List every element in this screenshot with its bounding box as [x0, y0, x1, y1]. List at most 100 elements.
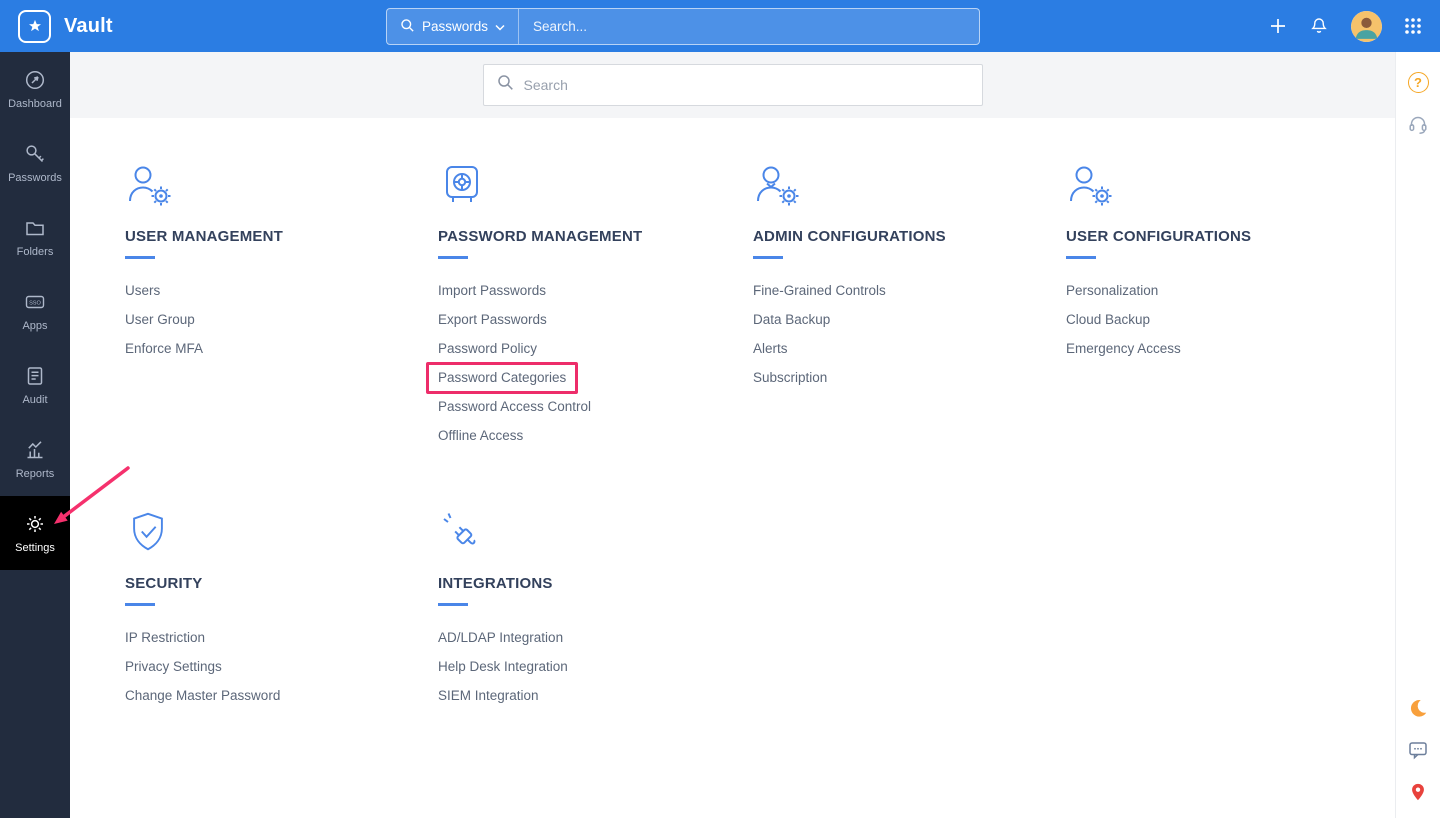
sidebar-item-label: Folders [16, 245, 54, 258]
section-title: ADMIN CONFIGURATIONS [753, 228, 946, 245]
sidebar-item-reports[interactable]: Reports [0, 422, 70, 496]
admin-configurations-icon [753, 158, 1066, 208]
sidebar-item-dashboard[interactable]: Dashboard [0, 52, 70, 126]
search-scope-label: Passwords [422, 19, 489, 34]
sidebar-item-label: Settings [15, 541, 55, 554]
integration-plug-icon [438, 505, 753, 555]
link-privacy-settings[interactable]: Privacy Settings [125, 659, 222, 675]
link-change-master-password[interactable]: Change Master Password [125, 688, 280, 704]
section-title: SECURITY [125, 575, 203, 592]
sidebar-item-settings[interactable]: Settings [0, 496, 70, 570]
sidebar-item-label: Apps [22, 319, 48, 332]
section-password-management: PASSWORD MANAGEMENT Import Passwords Exp… [426, 158, 753, 457]
link-fine-grained-controls[interactable]: Fine-Grained Controls [753, 283, 886, 299]
help-icon[interactable]: ? [1406, 70, 1430, 94]
link-emergency-access[interactable]: Emergency Access [1066, 341, 1181, 357]
search-scope-select[interactable]: Passwords [387, 9, 520, 44]
notifications-bell-icon[interactable] [1309, 16, 1329, 36]
link-data-backup[interactable]: Data Backup [753, 312, 830, 328]
topbar: Vault Passwords [0, 0, 1440, 52]
section-accent-bar [125, 603, 155, 606]
section-links: Users User Group Enforce MFA [125, 283, 438, 357]
link-user-group[interactable]: User Group [125, 312, 195, 328]
link-alerts[interactable]: Alerts [753, 341, 788, 357]
section-admin-configurations: ADMIN CONFIGURATIONS Fine-Grained Contro… [753, 158, 1066, 457]
section-integrations: INTEGRATIONS AD/LDAP Integration Help De… [438, 505, 753, 717]
sidebar-item-apps[interactable]: SSO Apps [0, 274, 70, 348]
topbar-actions [1269, 10, 1422, 42]
user-avatar[interactable] [1351, 10, 1382, 42]
section-user-management: USER MANAGEMENT Users User Group Enforce… [125, 158, 438, 457]
link-ad-ldap-integration[interactable]: AD/LDAP Integration [438, 630, 563, 646]
folder-icon [24, 217, 46, 239]
feedback-chat-icon[interactable] [1406, 738, 1430, 762]
section-accent-bar [125, 256, 155, 259]
sidebar-item-folders[interactable]: Folders [0, 200, 70, 274]
link-offline-access[interactable]: Offline Access [438, 428, 523, 444]
sidebar-item-label: Passwords [8, 171, 62, 184]
left-sidebar: Dashboard Passwords Folders SSO Apps Aud… [0, 52, 70, 818]
link-users[interactable]: Users [125, 283, 160, 299]
global-search-bar: Passwords [386, 8, 980, 45]
link-enforce-mfa[interactable]: Enforce MFA [125, 341, 203, 357]
link-password-categories[interactable]: Password Categories [426, 362, 579, 394]
add-icon[interactable] [1269, 17, 1287, 35]
search-icon [497, 74, 514, 96]
link-password-policy[interactable]: Password Policy [438, 341, 537, 357]
section-links: Fine-Grained Controls Data Backup Alerts… [753, 283, 1066, 386]
link-export-passwords[interactable]: Export Passwords [438, 312, 547, 328]
settings-sections: USER MANAGEMENT Users User Group Enforce… [70, 118, 1395, 717]
link-subscription[interactable]: Subscription [753, 370, 827, 386]
sidebar-item-label: Dashboard [8, 97, 62, 110]
section-title: INTEGRATIONS [438, 575, 553, 592]
section-title: PASSWORD MANAGEMENT [438, 228, 643, 245]
link-help-desk-integration[interactable]: Help Desk Integration [438, 659, 568, 675]
user-configurations-icon [1066, 158, 1386, 208]
audit-icon [24, 365, 46, 387]
settings-search-box [482, 64, 983, 106]
user-management-icon [125, 158, 438, 208]
key-icon [24, 143, 46, 165]
chevron-down-icon [495, 19, 505, 34]
svg-text:SSO: SSO [29, 300, 41, 306]
link-import-passwords[interactable]: Import Passwords [438, 283, 546, 299]
vault-logo-icon[interactable] [18, 9, 51, 43]
section-links: Personalization Cloud Backup Emergency A… [1066, 283, 1386, 357]
link-ip-restriction[interactable]: IP Restriction [125, 630, 205, 646]
apps-grid-icon[interactable] [1404, 17, 1422, 35]
section-title: USER MANAGEMENT [125, 228, 284, 245]
sections-row-1: USER MANAGEMENT Users User Group Enforce… [125, 158, 1395, 457]
section-links: IP Restriction Privacy Settings Change M… [125, 630, 438, 704]
shield-check-icon [125, 505, 438, 555]
safe-icon [438, 158, 753, 208]
sidebar-item-audit[interactable]: Audit [0, 348, 70, 422]
link-cloud-backup[interactable]: Cloud Backup [1066, 312, 1150, 328]
section-links: Import Passwords Export Passwords Passwo… [426, 283, 753, 444]
sidebar-item-passwords[interactable]: Passwords [0, 126, 70, 200]
sidebar-item-label: Audit [22, 393, 48, 406]
sso-icon: SSO [24, 291, 46, 313]
location-pin-icon[interactable] [1406, 780, 1430, 804]
section-accent-bar [753, 256, 783, 259]
global-search-input[interactable] [519, 9, 979, 44]
link-personalization[interactable]: Personalization [1066, 283, 1158, 299]
settings-search-band [70, 52, 1395, 118]
section-security: SECURITY IP Restriction Privacy Settings… [125, 505, 438, 717]
section-title: USER CONFIGURATIONS [1066, 228, 1252, 245]
support-headset-icon[interactable] [1406, 112, 1430, 136]
sections-row-2: SECURITY IP Restriction Privacy Settings… [125, 505, 1395, 717]
night-mode-moon-icon[interactable] [1406, 696, 1430, 720]
section-accent-bar [438, 603, 468, 606]
link-siem-integration[interactable]: SIEM Integration [438, 688, 539, 704]
help-glyph: ? [1407, 71, 1429, 93]
section-links: AD/LDAP Integration Help Desk Integratio… [438, 630, 753, 704]
link-password-access-control[interactable]: Password Access Control [438, 399, 591, 415]
settings-search-input[interactable] [523, 77, 969, 93]
reports-icon [24, 439, 46, 461]
section-accent-bar [1066, 256, 1096, 259]
section-accent-bar [438, 256, 468, 259]
right-rail: ? [1395, 52, 1440, 818]
gear-icon [24, 513, 46, 535]
search-icon [400, 18, 415, 36]
main-content: USER MANAGEMENT Users User Group Enforce… [70, 52, 1395, 818]
